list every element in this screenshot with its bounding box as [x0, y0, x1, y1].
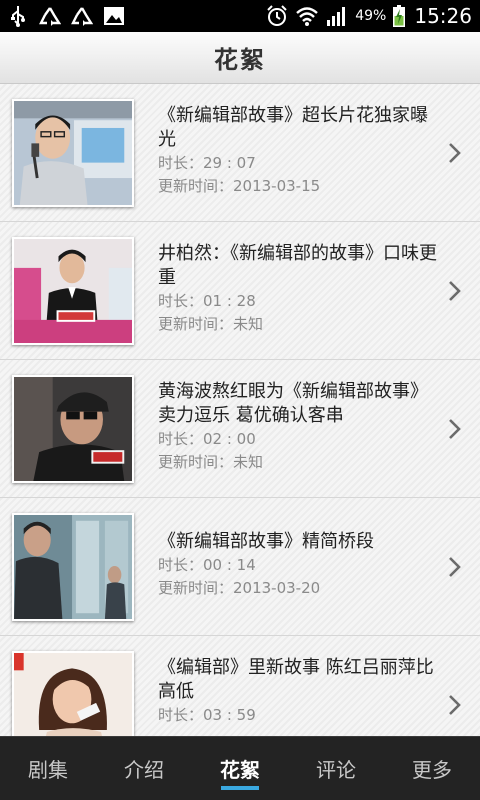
clip-duration: 时长：00 : 14 — [158, 556, 256, 574]
video-thumbnail[interactable] — [12, 375, 134, 483]
video-thumbnail[interactable] — [12, 99, 134, 207]
chevron-right-icon[interactable] — [448, 141, 462, 165]
clip-title: 黄海波熬红眼为《新编辑部故事》卖力逗乐 葛优确认客串 — [158, 381, 428, 426]
chevron-right-icon[interactable] — [448, 555, 462, 579]
clip-updated: 更新时间：2013-03-15 — [158, 177, 321, 195]
image-icon — [102, 4, 126, 28]
list-item[interactable]: 井柏然：《新编辑部的故事》口味更重 时长：01 : 28 更新时间：未知 — [0, 222, 480, 360]
video-thumbnail[interactable] — [12, 513, 134, 621]
chevron-right-icon[interactable] — [448, 417, 462, 441]
chevron-right-icon[interactable] — [448, 693, 462, 717]
list-item[interactable]: 黄海波熬红眼为《新编辑部故事》卖力逗乐 葛优确认客串 时长：02 : 00 更新… — [0, 360, 480, 498]
usb-icon — [6, 4, 30, 28]
clip-updated: 更新时间：未知 — [158, 453, 264, 471]
clip-title: 《新编辑部故事》精简桥段 — [158, 531, 374, 552]
clip-duration: 时长：03 : 59 — [158, 706, 256, 724]
list-item[interactable]: 《新编辑部故事》精简桥段 时长：00 : 14 更新时间：2013-03-20 — [0, 498, 480, 636]
battery-charging-icon — [392, 4, 406, 28]
alarm-icon — [265, 4, 289, 28]
clip-updated: 更新时间：未知 — [158, 315, 264, 333]
clip-updated: 更新时间：2013-03-20 — [158, 579, 321, 597]
list-item[interactable]: 《编辑部》里新故事 陈红吕丽萍比高低 时长：03 : 59 — [0, 636, 480, 736]
recycle-icon — [70, 4, 94, 28]
video-thumbnail[interactable] — [12, 651, 134, 736]
signal-icon — [325, 4, 349, 28]
video-thumbnail[interactable] — [12, 237, 134, 345]
tab-episodes[interactable]: 剧集 — [0, 737, 96, 800]
tab-more[interactable]: 更多 — [384, 737, 480, 800]
status-time: 15:26 — [414, 4, 472, 28]
clip-duration: 时长：01 : 28 — [158, 292, 256, 310]
status-bar: 49% 15:26 — [0, 0, 480, 32]
title-bar: 花絮 — [0, 32, 480, 84]
tab-extras[interactable]: 花絮 — [192, 737, 288, 800]
clip-duration: 时长：02 : 00 — [158, 430, 256, 448]
clip-title: 《编辑部》里新故事 陈红吕丽萍比高低 — [158, 657, 434, 702]
clip-duration: 时长：29 : 07 — [158, 154, 256, 172]
bottom-tab-bar: 剧集 介绍 花絮 评论 更多 — [0, 736, 480, 800]
recycle-icon — [38, 4, 62, 28]
clip-title: 《新编辑部故事》超长片花独家曝光 — [158, 105, 428, 150]
page-title: 花絮 — [214, 46, 266, 74]
battery-percent: 49% — [355, 8, 387, 24]
clip-title: 井柏然：《新编辑部的故事》口味更重 — [158, 243, 437, 288]
list-item[interactable]: 《新编辑部故事》超长片花独家曝光 时长：29 : 07 更新时间：2013-03… — [0, 84, 480, 222]
clip-list[interactable]: 《新编辑部故事》超长片花独家曝光 时长：29 : 07 更新时间：2013-03… — [0, 84, 480, 736]
chevron-right-icon[interactable] — [448, 279, 462, 303]
tab-comments[interactable]: 评论 — [288, 737, 384, 800]
tab-intro[interactable]: 介绍 — [96, 737, 192, 800]
wifi-icon — [295, 4, 319, 28]
